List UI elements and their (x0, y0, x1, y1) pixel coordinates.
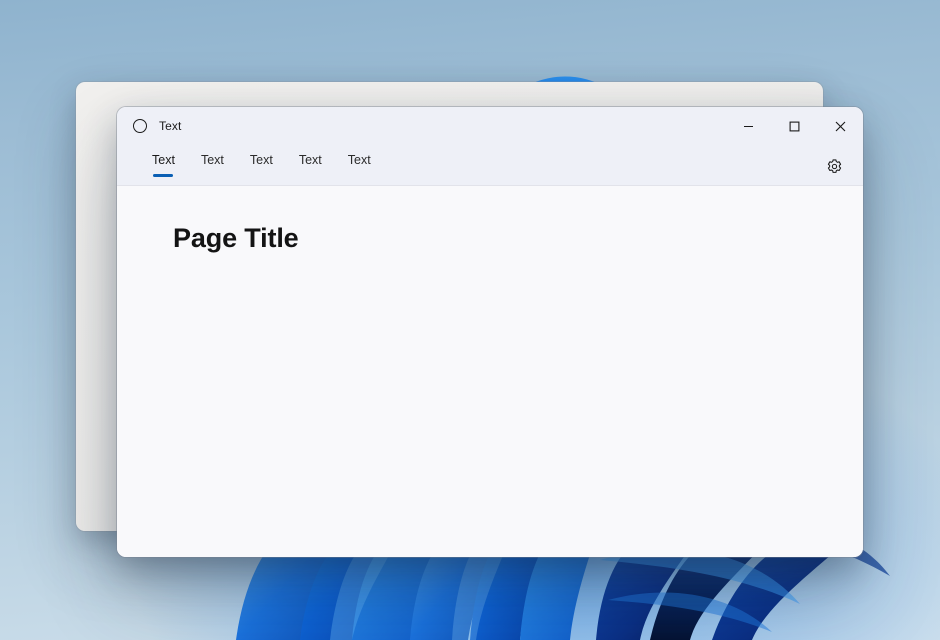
close-button[interactable] (817, 107, 863, 145)
desktop: Text (0, 0, 940, 640)
circle-icon (133, 119, 147, 133)
tab-5[interactable]: Text (335, 145, 384, 186)
tab-list: Text Text Text Text Text (117, 145, 384, 186)
tab-label: Text (348, 150, 371, 186)
caption-button-group (725, 107, 863, 145)
tab-label: Text (299, 150, 322, 186)
tab-strip: Text Text Text Text Text (117, 145, 863, 186)
tab-3[interactable]: Text (237, 145, 286, 186)
gear-icon (826, 158, 843, 175)
tab-1[interactable]: Text (139, 145, 188, 186)
tab-label: Text (152, 150, 175, 186)
tab-label: Text (250, 150, 273, 186)
application-window: Text (117, 107, 863, 557)
minimize-button[interactable] (725, 107, 771, 145)
settings-button[interactable] (819, 151, 849, 181)
tab-label: Text (201, 150, 224, 186)
tab-2[interactable]: Text (188, 145, 237, 186)
content-area: Page Title (117, 186, 863, 557)
tab-4[interactable]: Text (286, 145, 335, 186)
page-title: Page Title (173, 224, 863, 254)
maximize-button[interactable] (771, 107, 817, 145)
minimize-icon (743, 121, 754, 132)
tab-active-indicator (153, 174, 173, 177)
window-titlebar[interactable]: Text (117, 107, 863, 145)
window-title: Text (159, 119, 181, 133)
maximize-icon (789, 121, 800, 132)
close-icon (835, 121, 846, 132)
